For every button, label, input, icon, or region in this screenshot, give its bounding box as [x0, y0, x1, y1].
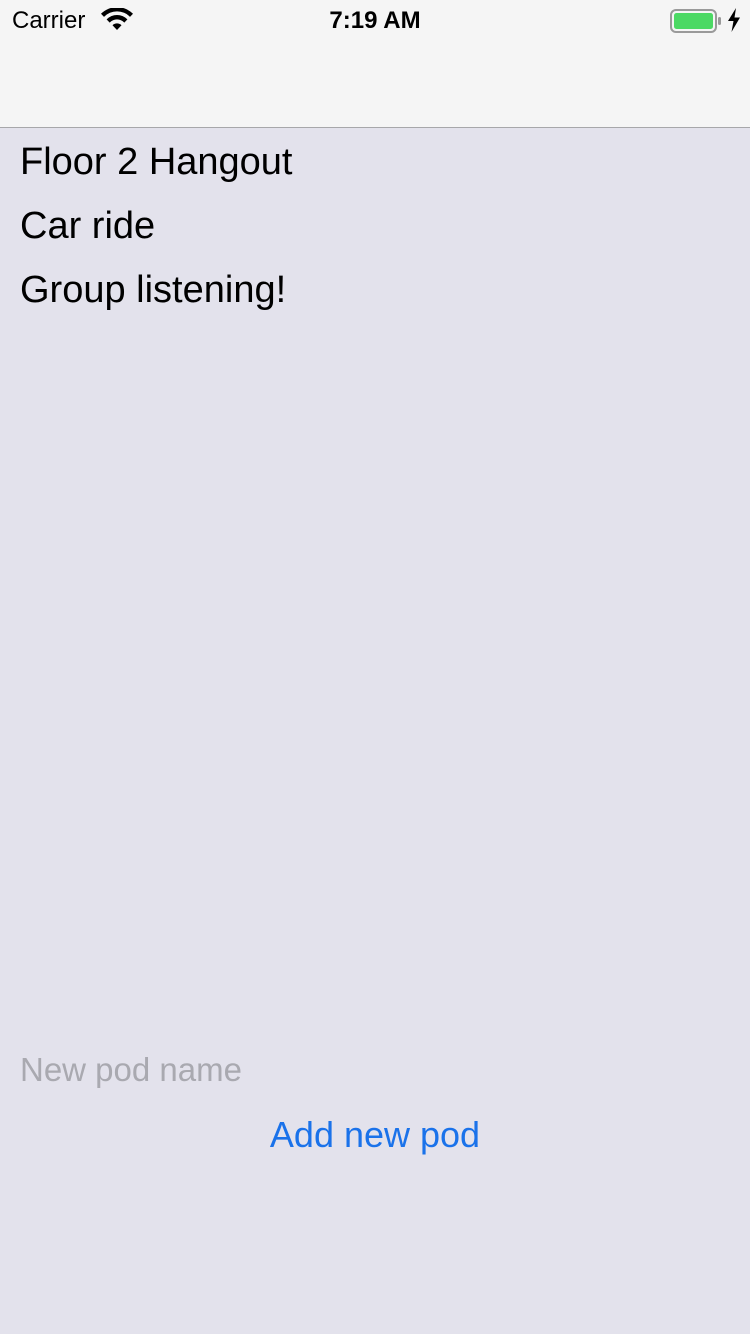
new-pod-name-input[interactable]	[20, 1046, 720, 1094]
charging-bolt-icon	[728, 8, 740, 32]
navigation-bar	[0, 40, 750, 128]
add-new-pod-button[interactable]: Add new pod	[0, 1110, 750, 1160]
pod-list-item[interactable]: Group listening!	[20, 268, 286, 312]
pod-list-item[interactable]: Car ride	[20, 204, 155, 248]
battery-icon	[670, 9, 721, 33]
status-bar: Carrier 7:19 AM	[0, 0, 750, 40]
pod-list-item[interactable]: Floor 2 Hangout	[20, 140, 293, 184]
clock: 7:19 AM	[329, 7, 421, 34]
